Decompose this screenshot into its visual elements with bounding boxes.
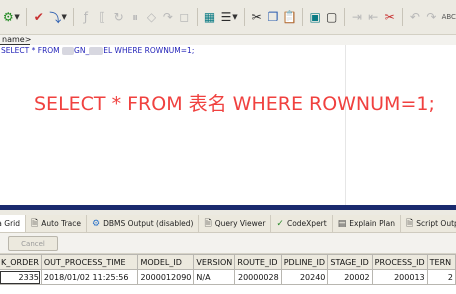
column-header[interactable]: K_ORDER [0, 254, 42, 270]
sql-prefix: SELECT * FROM [1, 46, 63, 55]
tab-label: DBMS Output (disabled) [103, 219, 194, 228]
column-header[interactable]: ROUTE_ID [234, 254, 282, 270]
table-cell[interactable]: 2000012090 [137, 269, 195, 285]
scissors-icon[interactable]: ✂ [383, 8, 397, 26]
select-icon[interactable]: ▣ [308, 8, 322, 26]
tab-label: Script Output [416, 219, 456, 228]
explain-icon: ▤ [337, 218, 347, 229]
tab-dbms-output[interactable]: ⚙ DBMS Output (disabled) [87, 215, 200, 232]
column-header[interactable]: STAGE_ID [327, 254, 373, 270]
tab-label: Explain Plan [349, 219, 396, 228]
chevron-down-icon[interactable]: ▼ [232, 13, 237, 21]
sql-table-fragment-2: EL [103, 46, 113, 55]
table-cell[interactable]: 2 [426, 269, 456, 285]
table-cell[interactable]: 20002 [327, 269, 373, 285]
column-header[interactable]: VERSION [193, 254, 236, 270]
tab-label: Auto Trace [41, 219, 81, 228]
table-cell[interactable]: 20000028 [234, 269, 282, 285]
toolbar-separator [302, 8, 304, 26]
chevron-down-icon[interactable]: ▼ [61, 13, 66, 21]
tab-query-viewer[interactable]: 🗎 Query Viewer [199, 215, 272, 232]
column-header[interactable]: PDLINE_ID [280, 254, 329, 270]
table-cell[interactable]: 20240 [280, 269, 329, 285]
tab-label: CodeXpert [286, 219, 327, 228]
new-doc-icon[interactable]: ▢ [324, 8, 338, 26]
column-header[interactable]: MODEL_ID [137, 254, 195, 270]
cut-icon[interactable]: ✂ [249, 8, 263, 26]
indent-icon[interactable]: ⇥ [350, 8, 364, 26]
toolbar-separator [243, 8, 245, 26]
spellcheck-label[interactable]: ABC [442, 13, 456, 21]
bracket-icon[interactable]: ⟦ [95, 8, 109, 26]
toolbar-separator [401, 8, 403, 26]
results-tab-bar: Data Grid 🗎 Auto Trace ⚙ DBMS Output (di… [0, 215, 456, 233]
sql-editor[interactable]: SELECT * FROM GN_ EL WHERE ROWNUM=1; SELE… [0, 45, 456, 205]
results-grid[interactable]: K_ORDER OUT_PROCESS_TIME MODEL_ID VERSIO… [0, 254, 456, 294]
results-table: K_ORDER OUT_PROCESS_TIME MODEL_ID VERSIO… [0, 254, 456, 285]
sql-line-1[interactable]: SELECT * FROM GN_ EL WHERE ROWNUM=1; [1, 46, 194, 55]
column-header[interactable]: TERN [426, 254, 456, 270]
list-icon[interactable]: ☰ [219, 8, 233, 26]
table-cell[interactable]: 2018/01/02 11:25:56 [40, 269, 139, 285]
cancel-button[interactable]: Cancel [8, 236, 58, 251]
document-icon: 🗎 [406, 218, 414, 229]
sql-table-fragment-1: GN_ [74, 46, 90, 55]
annotation-text: SELECT * FROM 表名 WHERE ROWNUM=1; [34, 93, 435, 115]
table-row[interactable]: 2335 2018/01/02 11:25:56 2000012090 N/A … [0, 269, 456, 285]
outdent-icon[interactable]: ⇤ [366, 8, 380, 26]
redacted-text [89, 47, 104, 55]
tab-explain-plan[interactable]: ▤ Explain Plan [333, 215, 402, 232]
redacted-text [62, 47, 75, 55]
table-cell[interactable]: 2335 [0, 269, 42, 285]
header-row: K_ORDER OUT_PROCESS_TIME MODEL_ID VERSIO… [0, 254, 456, 270]
toolbar-separator [343, 8, 345, 26]
codexpert-icon: ✓ [276, 218, 284, 229]
column-header[interactable]: PROCESS_ID [371, 254, 428, 270]
column-header[interactable]: OUT_PROCESS_TIME [40, 254, 139, 270]
grid-icon[interactable]: ▦ [202, 8, 216, 26]
table-cell[interactable]: N/A [193, 269, 236, 285]
settings-gear-icon[interactable]: ⚙ [1, 8, 15, 26]
paste-icon[interactable]: 📋 [282, 8, 297, 26]
redo-icon[interactable]: ↷ [424, 8, 438, 26]
step-over-icon[interactable]: ↷ [161, 8, 175, 26]
stop-icon[interactable]: ◻ [177, 8, 191, 26]
sql-suffix: WHERE ROWNUM=1; [112, 46, 195, 55]
table-cell[interactable]: 200013 [371, 269, 428, 285]
document-icon: 🗎 [31, 218, 39, 229]
chevron-down-icon[interactable]: ▼ [14, 13, 19, 21]
pause-icon[interactable]: ⏸ [128, 8, 142, 26]
toolbar-separator [25, 8, 27, 26]
check-run-icon[interactable]: ✔ [32, 8, 46, 26]
copy-icon[interactable]: ❐ [266, 8, 280, 26]
tab-auto-trace[interactable]: 🗎 Auto Trace [26, 215, 87, 232]
tab-script-output[interactable]: 🗎 Script Output [401, 215, 456, 232]
toolbar-separator [196, 8, 198, 26]
main-toolbar: ⚙ ▼ ✔ ⤵ ▼ ƒ ⟦ ↻ ⏸ ◇ ↷ ◻ ▦ ☰ ▼ ✂ ❐ 📋 ▣ ▢ … [0, 0, 456, 35]
right-margin-guide [345, 45, 346, 205]
step-icon[interactable]: ⤵ [48, 8, 62, 26]
loop-icon[interactable]: ↻ [111, 8, 125, 26]
breakpoint-icon[interactable]: ◇ [144, 8, 158, 26]
function-icon[interactable]: ƒ [79, 8, 93, 26]
undo-icon[interactable]: ↶ [408, 8, 422, 26]
tab-data-grid[interactable]: Data Grid [0, 215, 27, 232]
dbms-icon: ⚙ [92, 218, 101, 229]
tab-label: Data Grid [0, 219, 21, 228]
tab-label: Query Viewer [214, 219, 266, 228]
toolbar-separator [72, 8, 74, 26]
tab-codexpert[interactable]: ✓ CodeXpert [271, 215, 333, 232]
document-icon: 🗎 [204, 218, 212, 229]
results-actions: Cancel [0, 233, 456, 254]
